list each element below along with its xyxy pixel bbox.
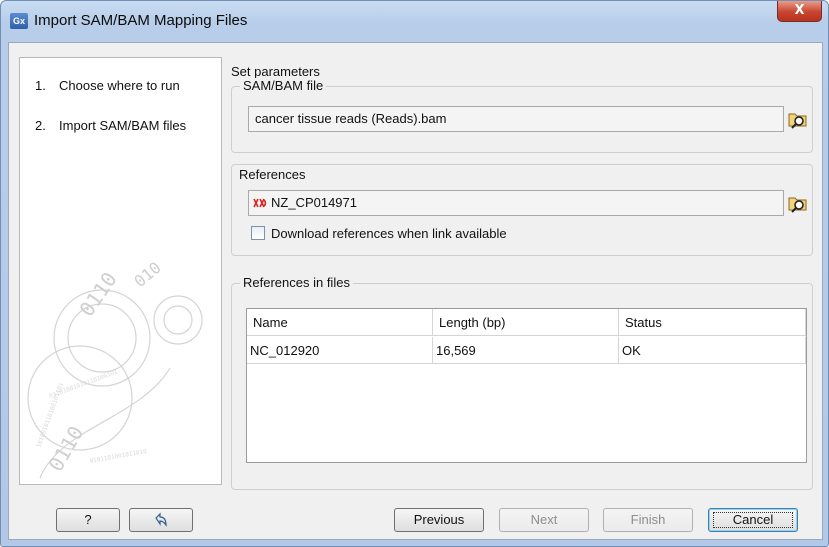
next-button[interactable]: Next (499, 508, 589, 532)
step-number: 1. (35, 78, 46, 93)
sequence-list-icon (253, 198, 267, 208)
focus-rectangle (713, 512, 793, 528)
svg-text:0101101001011010: 0101101001011010 (89, 448, 148, 465)
reset-arrow-icon (155, 512, 167, 527)
window-title: Import SAM/BAM Mapping Files (34, 12, 248, 29)
reset-button[interactable] (129, 508, 193, 532)
browse-folder-icon[interactable] (787, 109, 809, 129)
references-value: NZ_CP014971 (271, 195, 357, 210)
svg-text:010: 010 (130, 258, 164, 291)
dialog-window: Gx Import SAM/BAM Mapping Files X 1. Choo… (0, 0, 829, 547)
references-group: References NZ_CP014971 Download referenc… (231, 164, 813, 256)
step-number: 2. (35, 118, 46, 133)
references-in-files-group: References in files Name Length (bp) Sta… (231, 275, 813, 490)
step-import-files: 2. Import SAM/BAM files (35, 118, 186, 133)
step-label: Import SAM/BAM files (59, 118, 187, 133)
browse-folder-icon[interactable] (787, 193, 809, 213)
decorative-binary-swirl: 0110 010 0110 01101001010110100101 10100… (27, 258, 203, 479)
sam-bam-file-label: SAM/BAM file (240, 78, 327, 93)
column-header-status[interactable]: Status (619, 309, 806, 336)
download-references-checkbox[interactable] (251, 226, 265, 240)
wizard-steps-panel: 1. Choose where to run 2. Import SAM/BAM f… (19, 57, 222, 485)
sam-bam-file-field[interactable]: cancer tissue reads (Reads).bam (248, 106, 784, 132)
column-header-length[interactable]: Length (bp) (433, 309, 619, 336)
cell-length: 16,569 (433, 337, 619, 364)
svg-text:0110: 0110 (44, 422, 89, 476)
title-bar[interactable]: Gx Import SAM/BAM Mapping Files X (1, 1, 828, 41)
cell-status: OK (619, 337, 806, 364)
help-button[interactable]: ? (56, 508, 120, 532)
step-label: Choose where to run (59, 78, 180, 93)
cell-name: NC_012920 (247, 337, 433, 364)
section-title: Set parameters (231, 64, 320, 79)
column-header-name[interactable]: Name (247, 309, 433, 336)
dialog-body: 1. Choose where to run 2. Import SAM/BAM f… (8, 42, 823, 540)
previous-button[interactable]: Previous (394, 508, 484, 532)
cancel-button[interactable]: Cancel (708, 508, 798, 532)
references-label: References (236, 167, 309, 182)
download-references-option[interactable]: Download references when link available (251, 226, 507, 241)
gx-app-icon: Gx (10, 13, 28, 29)
step-choose-where-to-run: 1. Choose where to run (35, 78, 180, 93)
references-field[interactable]: NZ_CP014971 (248, 190, 784, 216)
references-in-files-label: References in files (240, 275, 353, 290)
references-table[interactable]: Name Length (bp) Status NC_012920 16,569… (246, 308, 807, 463)
download-references-label: Download references when link available (271, 226, 507, 241)
sam-bam-file-group: SAM/BAM file cancer tissue reads (Reads)… (231, 78, 813, 153)
close-button[interactable]: X (777, 1, 822, 22)
finish-button[interactable]: Finish (603, 508, 693, 532)
